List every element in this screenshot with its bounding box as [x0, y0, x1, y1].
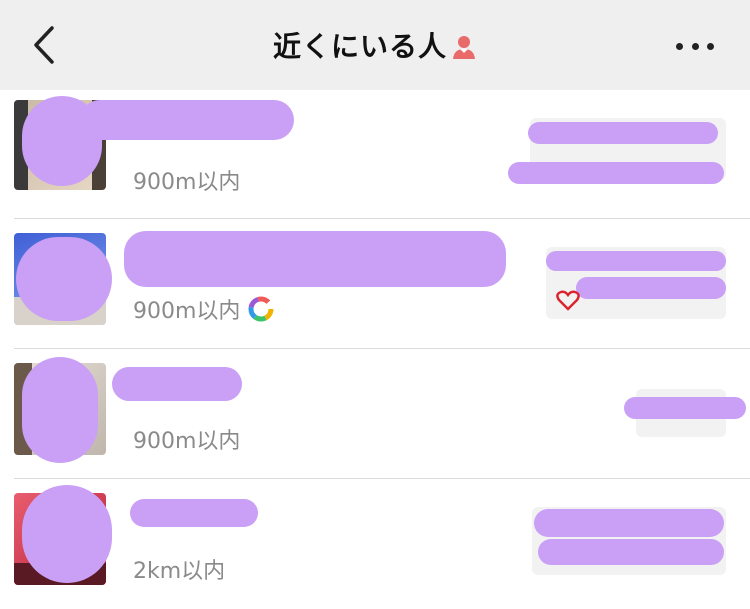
redaction: [16, 237, 112, 321]
redaction: [80, 100, 294, 140]
heart-icon: [556, 290, 580, 311]
list-item[interactable]: 2km以内: [0, 479, 750, 609]
redaction: [112, 367, 242, 401]
redaction: [534, 509, 724, 537]
page-title: 近くにいる人: [272, 30, 447, 63]
redaction: [508, 162, 724, 184]
colorful-ring-icon: [248, 296, 274, 322]
nearby-people-list: 900m以内 900m以内 900m以内 2km以内: [0, 90, 750, 609]
redaction: [22, 485, 112, 583]
more-dots-icon[interactable]: [676, 42, 714, 50]
redaction: [576, 277, 726, 299]
distance-label: 900m以内: [133, 429, 241, 454]
distance-label: 900m以内: [133, 293, 274, 325]
list-item[interactable]: 900m以内: [0, 219, 750, 349]
list-item[interactable]: 900m以内: [0, 90, 750, 219]
redaction: [624, 397, 746, 419]
distance-label: 900m以内: [133, 170, 241, 195]
person-icon: [453, 36, 475, 59]
distance-label: 2km以内: [133, 559, 226, 584]
list-item[interactable]: 900m以内: [0, 349, 750, 479]
redaction: [546, 251, 726, 271]
redaction: [130, 499, 258, 527]
nav-header: 近くにいる人: [0, 0, 750, 90]
redaction: [538, 539, 724, 565]
redaction: [124, 231, 506, 287]
redaction: [528, 122, 718, 144]
redaction: [22, 357, 98, 463]
